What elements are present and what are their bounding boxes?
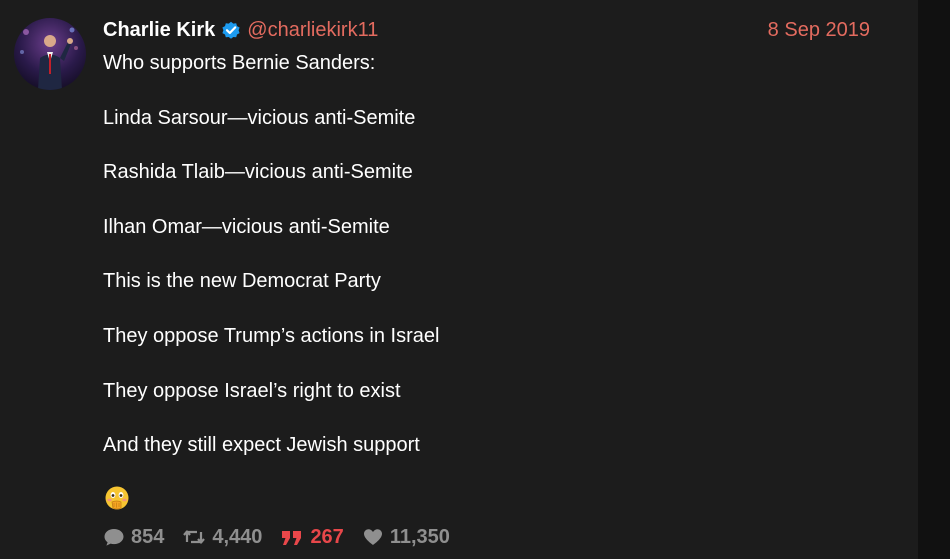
tweet-card: Charlie Kirk @charliekirk11 8 Sep 2019 W… [0, 0, 918, 559]
reply-count: 854 [131, 525, 165, 548]
tweet-line: Who supports Bernie Sanders: [103, 52, 376, 74]
quote-marks-icon [282, 531, 302, 545]
tweet-header: Charlie Kirk @charliekirk11 [103, 17, 378, 43]
avatar-image [14, 18, 86, 90]
speech-bubble-icon [104, 529, 124, 546]
tweet-stats: 854 4,440 267 11,350 [103, 524, 468, 550]
flushed-face-emoji-icon [104, 485, 130, 511]
like-count: 11,350 [389, 525, 450, 548]
verified-badge-icon [221, 20, 241, 40]
quote-stat[interactable]: 267 [280, 525, 344, 549]
tweet-date[interactable]: 8 Sep 2019 [768, 17, 870, 43]
tweet-text: Who supports Bernie Sanders: Linda Sarso… [103, 50, 883, 458]
like-stat[interactable]: 11,350 [362, 526, 450, 549]
retweet-count: 4,440 [212, 525, 263, 548]
author-name[interactable]: Charlie Kirk [103, 19, 215, 42]
tweet-line: This is the new Democrat Party [103, 270, 381, 293]
tweet-line: Rashida Tlaib—vicious anti-Semite [103, 161, 413, 184]
retweet-stat[interactable]: 4,440 [182, 526, 262, 549]
tweet-line: And they still expect Jewish support [103, 434, 420, 457]
quote-count: 267 [310, 525, 344, 548]
reply-stat[interactable]: 854 [103, 526, 164, 549]
tweet-line: They oppose Trump’s actions in Israel [103, 324, 440, 347]
tweet-line: Ilhan Omar—vicious anti-Semite [103, 215, 390, 238]
retweet-icon [183, 530, 206, 544]
tweet-line: They oppose Israel’s right to exist [103, 379, 401, 402]
author-handle[interactable]: @charliekirk11 [247, 19, 378, 42]
avatar[interactable] [14, 18, 86, 90]
tweet-line: Linda Sarsour—vicious anti-Semite [103, 106, 416, 129]
heart-icon [363, 529, 382, 545]
